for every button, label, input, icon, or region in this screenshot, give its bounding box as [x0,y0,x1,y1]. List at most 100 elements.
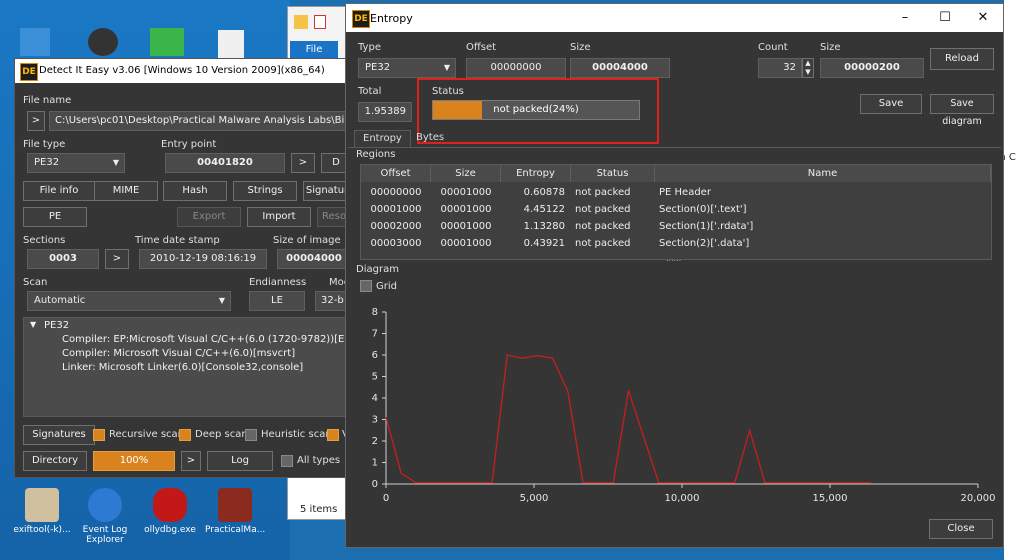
tab-divider [348,147,1001,148]
table-cell-entropy[interactable]: 1.13280 [501,218,571,235]
y-tick-label: 0 [372,479,378,490]
table-cell-size[interactable]: 00001000 [431,235,501,252]
table-cell-status[interactable]: not packed [571,235,655,252]
document-icon[interactable] [218,30,244,58]
entry-point-go-button[interactable]: > [291,153,315,173]
desktop-icon-exiftool[interactable]: exiftool(-k)... [12,486,72,556]
table-cell-entropy[interactable]: 0.43921 [501,235,571,252]
entropy-titlebar[interactable]: DE Entropy – ☐ ✕ [346,4,1003,32]
regions-table[interactable]: Offset Size Entropy Status Name 00000000… [360,164,992,260]
directory-button[interactable]: Directory [23,451,87,471]
save-button[interactable]: Save [860,94,922,114]
all-types-checkbox[interactable] [281,455,293,467]
table-cell-offset[interactable]: 00000000 [361,184,431,201]
table-cell-name[interactable]: Section(2)['.data'] [655,235,991,252]
tree-item[interactable]: Compiler: EP:Microsoft Visual C/C++(6.0 … [62,334,374,345]
column-status[interactable]: Status [571,165,655,182]
save-diagram-button[interactable]: Save diagram [930,94,994,127]
deep-scan-checkbox[interactable] [179,429,191,441]
x-tick-label: 10,000 [665,493,700,504]
table-cell-size[interactable]: 00001000 [431,218,501,235]
tree-root-item[interactable]: PE32 [44,320,69,331]
splitter-handle[interactable]: ...... [666,254,681,263]
desktop-icon-top-1[interactable] [20,28,50,56]
heuristic-scan-checkbox[interactable] [245,429,257,441]
import-button[interactable]: Import [247,207,311,227]
table-cell-offset[interactable]: 00002000 [361,218,431,235]
column-size[interactable]: Size [431,165,501,182]
sections-field[interactable]: 0003 [27,249,99,269]
file-browse-button[interactable]: > [27,111,45,131]
table-cell-offset[interactable]: 00003000 [361,235,431,252]
entropy-line-chart: 0 1 2 3 4 5 6 7 8 0 5,000 10,000 15,000 20,000 [372,307,996,504]
scan-mode-select[interactable]: Automatic ▼ [27,291,231,311]
table-cell-entropy[interactable]: 4.45122 [501,201,571,218]
tab-bytes[interactable]: Bytes [408,130,452,147]
size-field[interactable]: 00004000 [570,58,670,78]
scan-results-tree[interactable]: ▼ PE32 Compiler: EP:Microsoft Visual C/C… [23,317,374,417]
detect-it-easy-window: DE Detect It Easy v3.06 [Windows 10 Vers… [14,58,374,478]
column-offset[interactable]: Offset [361,165,431,182]
desktop-icon-event-log-explorer[interactable]: Event Log Explorer [75,486,135,556]
log-button[interactable]: Log [207,451,273,471]
hash-button[interactable]: Hash [163,181,227,201]
image-size-field[interactable]: 00004000 [277,249,351,269]
heuristic-scan-label: Heuristic scan [261,429,332,440]
table-cell-name[interactable]: PE Header [655,184,991,201]
sections-go-button[interactable]: > [105,249,129,269]
reload-button[interactable]: Reload [930,48,994,70]
table-cell-size[interactable]: 00001000 [431,184,501,201]
mime-button[interactable]: MIME [94,181,158,201]
tab-entropy[interactable]: Entropy [354,130,411,147]
ollydbg-icon [153,488,187,522]
export-button[interactable]: Export [177,207,241,227]
endianness-field[interactable]: LE [249,291,305,311]
verbose-checkbox[interactable] [327,429,339,441]
total-field[interactable]: 1.95389 [358,102,412,122]
file-path-field[interactable]: C:\Users\pc01\Desktop\Practical Malware … [49,111,349,131]
close-button[interactable]: Close [929,519,993,539]
timestamp-field[interactable]: 2010-12-19 08:16:19 [139,249,267,269]
pe-button[interactable]: PE [23,207,87,227]
explorer-file-tab[interactable]: File [290,41,338,59]
next-button[interactable]: > [181,451,201,471]
file-type-select[interactable]: PE32 ▼ [27,153,125,173]
entry-point-field[interactable]: 00401820 [165,153,285,173]
table-cell-offset[interactable]: 00001000 [361,201,431,218]
signatures-top-button[interactable]: Signatur [303,181,351,201]
table-cell-status[interactable]: not packed [571,201,655,218]
maximize-icon[interactable]: ☐ [930,8,960,28]
minimize-icon[interactable]: – [890,8,920,28]
type-select[interactable]: PE32 ▼ [358,58,456,78]
desktop-icon-practical-malware[interactable]: PracticalMa... [205,486,265,556]
table-cell-status[interactable]: not packed [571,184,655,201]
column-name[interactable]: Name [655,165,991,182]
close-icon[interactable]: ✕ [968,8,998,28]
y-tick-label: 4 [372,393,378,404]
tree-expand-icon[interactable]: ▼ [30,320,36,329]
file-info-button[interactable]: File info [23,181,95,201]
spy-icon[interactable] [88,28,118,56]
tree-item[interactable]: Linker: Microsoft Linker(6.0)[Console32,… [62,362,303,373]
desktop-icon-green-cube[interactable] [150,28,184,56]
column-entropy[interactable]: Entropy [501,165,571,182]
chevron-down-icon: ▼ [112,158,119,167]
table-cell-name[interactable]: Section(0)['.text'] [655,201,991,218]
sections-label: Sections [23,235,66,246]
file-type-label: File type [23,139,66,150]
desktop-icon-ollydbg[interactable]: ollydbg.exe [140,486,200,556]
tree-item[interactable]: Compiler: Microsoft Visual C/C++(6.0)[ms… [62,348,295,359]
table-cell-name[interactable]: Section(1)['.rdata'] [655,218,991,235]
signatures-button[interactable]: Signatures [23,425,95,445]
strings-button[interactable]: Strings [233,181,297,201]
table-cell-status[interactable]: not packed [571,218,655,235]
die-titlebar[interactable]: DE Detect It Easy v3.06 [Windows 10 Vers… [15,59,351,83]
count-stepper-icon[interactable]: ▲ ▼ [802,58,814,78]
table-cell-entropy[interactable]: 0.60878 [501,184,571,201]
grid-checkbox[interactable] [360,280,372,292]
count-field[interactable]: 32 [758,58,802,78]
table-cell-size[interactable]: 00001000 [431,201,501,218]
offset-field[interactable]: 00000000 [466,58,566,78]
recursive-scan-checkbox[interactable] [93,429,105,441]
block-size-field[interactable]: 00000200 [820,58,924,78]
